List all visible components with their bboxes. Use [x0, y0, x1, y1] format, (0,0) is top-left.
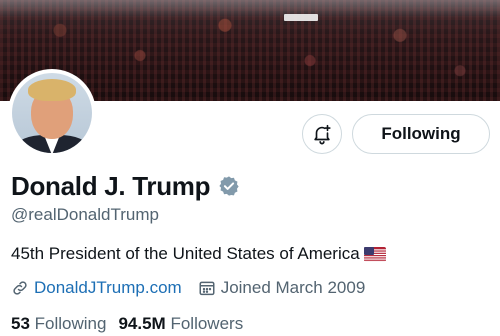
- avatar-hair: [28, 79, 76, 101]
- following-count: 53: [11, 314, 30, 333]
- profile-handle: @realDonaldTrump: [11, 205, 159, 224]
- website-item[interactable]: DonaldJTrump.com: [11, 278, 182, 298]
- link-icon: [13, 281, 27, 295]
- banner-haze: [0, 0, 500, 18]
- calendar-icon: [199, 281, 215, 296]
- profile-meta-row: DonaldJTrump.com Joined March 2009: [11, 278, 381, 298]
- website-link[interactable]: DonaldJTrump.com: [34, 278, 182, 298]
- avatar-photo: [12, 73, 92, 153]
- bio-text: 45th President of the United States of A…: [11, 244, 360, 263]
- following-stat-label: Following: [34, 314, 107, 333]
- following-stat[interactable]: 53 Following: [11, 314, 106, 334]
- verified-badge-icon: [218, 175, 240, 197]
- profile-avatar[interactable]: [8, 69, 96, 157]
- bell-plus-icon: [314, 124, 331, 145]
- followers-stat-label: Followers: [170, 314, 244, 333]
- following-button[interactable]: Following: [352, 114, 490, 154]
- name-row: Donald J. Trump: [11, 170, 240, 202]
- us-flag-emoji: [363, 246, 386, 262]
- banner-stage: [284, 14, 318, 21]
- followers-stat[interactable]: 94.5M Followers: [118, 314, 243, 334]
- notifications-button[interactable]: [302, 114, 342, 154]
- display-name: Donald J. Trump: [11, 170, 211, 201]
- followers-count: 94.5M: [118, 314, 166, 333]
- joined-item: Joined March 2009: [198, 278, 366, 298]
- joined-date: Joined March 2009: [220, 278, 366, 297]
- profile-bio: 45th President of the United States of A…: [11, 244, 386, 264]
- follow-stats-row: 53 Following 94.5M Followers: [11, 314, 255, 334]
